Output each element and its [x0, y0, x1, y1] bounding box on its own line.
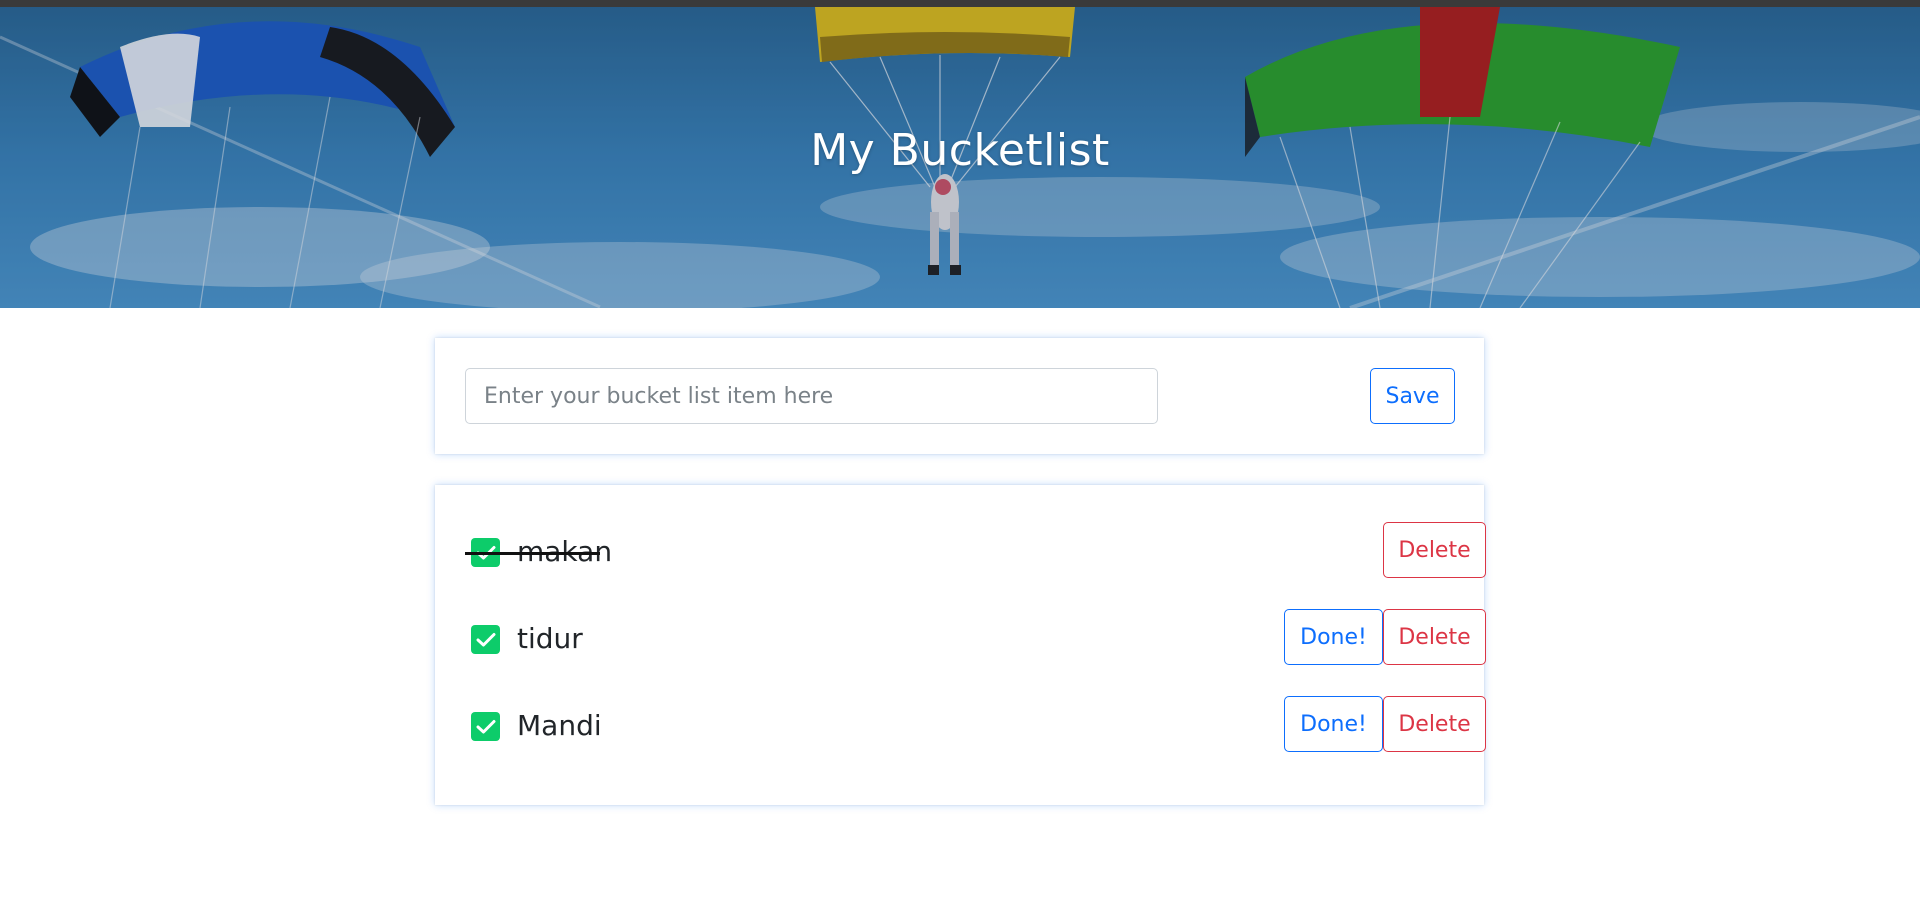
bucket-list-card: makan Delete tidur Done! Delete Mandi Do…: [435, 485, 1486, 805]
delete-button[interactable]: Delete: [1383, 609, 1486, 665]
list-item: tidur Done! Delete: [465, 609, 1486, 665]
list-item-text: tidur: [517, 622, 583, 655]
page-title: My Bucketlist: [810, 125, 1110, 176]
delete-button[interactable]: Delete: [1383, 696, 1486, 752]
list-item-text: Mandi: [517, 709, 602, 742]
save-button[interactable]: Save: [1370, 368, 1455, 424]
hero-banner: My Bucketlist: [0, 7, 1920, 308]
item-checkbox[interactable]: [471, 625, 500, 654]
check-icon: [476, 632, 495, 646]
list-item: makan Delete: [465, 522, 1486, 578]
item-checkbox[interactable]: [471, 712, 500, 741]
list-item: Mandi Done! Delete: [465, 696, 1486, 752]
add-item-card: Save: [435, 338, 1484, 454]
strikethrough-line: [465, 552, 600, 555]
delete-button[interactable]: Delete: [1383, 522, 1486, 578]
check-icon: [476, 719, 495, 733]
done-button[interactable]: Done!: [1284, 609, 1383, 665]
done-button[interactable]: Done!: [1284, 696, 1383, 752]
window-top-strip: [0, 0, 1920, 7]
bucket-item-input[interactable]: [465, 368, 1158, 424]
